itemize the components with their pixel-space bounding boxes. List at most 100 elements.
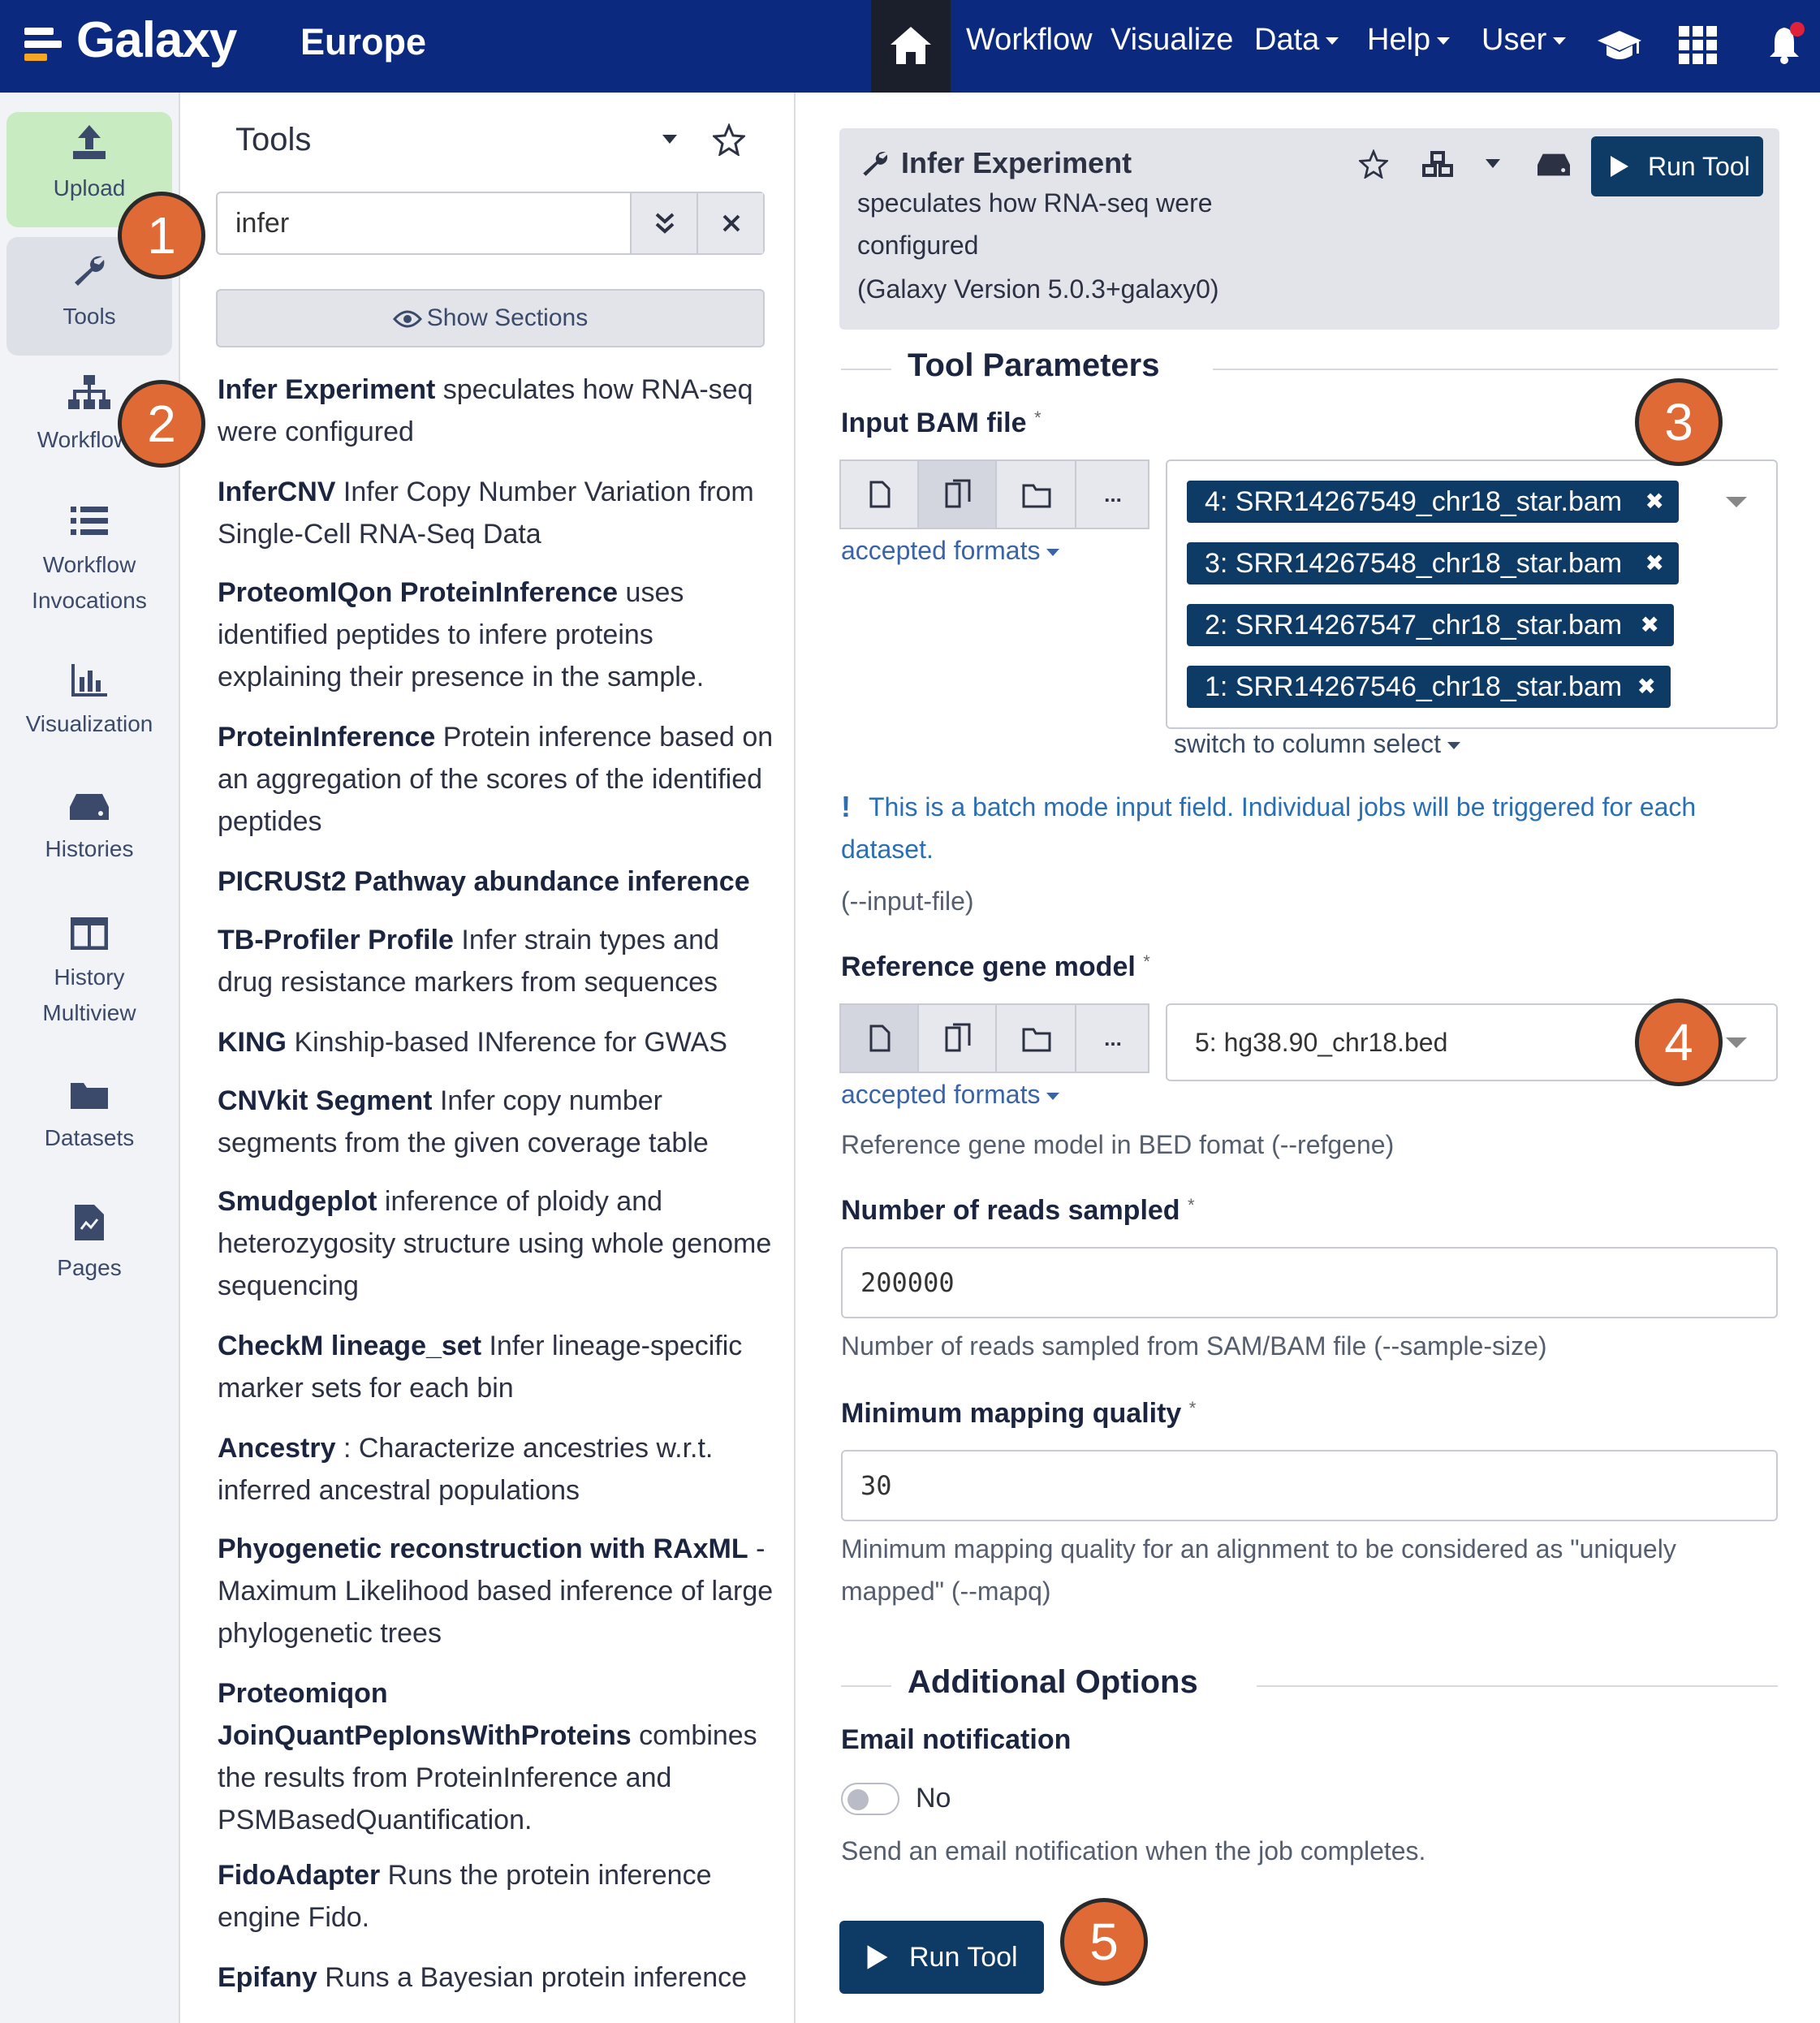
tool-result[interactable]: Infer Experiment speculates how RNA-seq … bbox=[218, 369, 778, 453]
tag-label: 1: SRR14267546_chr18_star.bam bbox=[1205, 671, 1623, 702]
tool-options-dropdown-icon[interactable] bbox=[1486, 159, 1500, 168]
accepted-formats-link[interactable]: accepted formats bbox=[841, 1080, 1060, 1110]
multiple-datasets-button[interactable] bbox=[919, 461, 997, 528]
chevron-down-icon bbox=[1447, 742, 1461, 750]
tool-result[interactable]: CNVkit Segment Infer copy number segment… bbox=[218, 1080, 778, 1164]
angle-double-down-icon bbox=[655, 213, 675, 234]
nav-help[interactable]: Help bbox=[1367, 23, 1451, 58]
step-marker: 3 bbox=[1635, 378, 1723, 466]
switch-column-select-label: switch to column select bbox=[1174, 729, 1442, 758]
star-icon[interactable] bbox=[713, 123, 745, 156]
nav-visualize[interactable]: Visualize bbox=[1111, 23, 1233, 58]
bell-icon[interactable] bbox=[1766, 21, 1807, 67]
tool-result[interactable]: ProteinInference Protein inference based… bbox=[218, 716, 778, 843]
play-icon bbox=[867, 1945, 888, 1969]
tool-result[interactable]: PICRUSt2 Pathway abundance inference bbox=[218, 861, 778, 903]
step-marker: 2 bbox=[118, 380, 205, 468]
collection-button[interactable] bbox=[997, 461, 1076, 528]
tool-name: ProteinInference bbox=[218, 722, 436, 753]
tag-label: 3: SRR14267548_chr18_star.bam bbox=[1205, 548, 1623, 579]
hdd-icon[interactable] bbox=[1538, 153, 1570, 177]
param-help-line1: Minimum mapping quality for an alignment… bbox=[841, 1534, 1676, 1564]
mapq-input[interactable]: 30 bbox=[841, 1450, 1778, 1521]
tool-result[interactable]: ProteomIQon ProteinInference uses identi… bbox=[218, 572, 778, 698]
single-dataset-button[interactable] bbox=[841, 1005, 919, 1072]
panel-view-dropdown-icon[interactable] bbox=[662, 135, 677, 144]
masthead: Galaxy Europe Workflow Visualize Data He… bbox=[0, 0, 1820, 93]
step-marker: 1 bbox=[118, 192, 205, 279]
input-mode-selector: ... bbox=[839, 459, 1149, 529]
param-label: Reference gene model bbox=[841, 951, 1136, 982]
email-toggle-value: No bbox=[916, 1783, 951, 1814]
accepted-formats-link[interactable]: accepted formats bbox=[841, 536, 1060, 566]
run-tool-top-button[interactable]: Run Tool bbox=[1591, 136, 1763, 196]
play-icon bbox=[1611, 156, 1628, 177]
chevron-down-icon[interactable] bbox=[1726, 1037, 1747, 1048]
tool-result[interactable]: Smudgeplot inference of ploidy and heter… bbox=[218, 1180, 778, 1307]
tool-result[interactable]: Phyogenetic reconstruction with RAxML - … bbox=[218, 1528, 778, 1654]
switch-column-select-link[interactable]: switch to column select bbox=[1174, 729, 1461, 759]
tool-result[interactable]: Epifany Runs a Bayesian protein inferenc… bbox=[218, 1956, 778, 1999]
home-button[interactable] bbox=[871, 0, 951, 93]
multiple-datasets-button[interactable] bbox=[919, 1005, 997, 1072]
more-options-button[interactable]: ... bbox=[1076, 461, 1149, 528]
remove-tag-icon[interactable]: ✖ bbox=[1641, 604, 1659, 646]
nav-data[interactable]: Data bbox=[1254, 23, 1339, 58]
remove-tag-icon[interactable]: ✖ bbox=[1637, 666, 1656, 708]
activity-visualization[interactable]: Visualization bbox=[6, 664, 172, 753]
tool-result[interactable]: Ancestry : Characterize ancestries w.r.t… bbox=[218, 1427, 778, 1512]
wrench-icon bbox=[75, 256, 105, 286]
selected-dataset-tag: 1: SRR14267546_chr18_star.bam ✖ bbox=[1187, 666, 1671, 708]
reads-sampled-input[interactable]: 200000 bbox=[841, 1247, 1778, 1318]
show-sections-button[interactable]: Show Sections bbox=[216, 289, 765, 347]
tool-name: KING bbox=[218, 1027, 287, 1058]
tool-result[interactable]: InferCNV Infer Copy Number Variation fro… bbox=[218, 471, 778, 555]
tool-result[interactable]: TB-Profiler Profile Infer strain types a… bbox=[218, 919, 778, 1003]
brand-name[interactable]: Galaxy bbox=[76, 11, 237, 69]
activity-workflow-invocations[interactable]: Workflow Invocations bbox=[6, 505, 172, 627]
nav-user-label: User bbox=[1481, 23, 1547, 57]
activity-history-multiview[interactable]: History Multiview bbox=[6, 917, 172, 1039]
chevron-down-icon[interactable] bbox=[1726, 497, 1747, 507]
clear-search-button[interactable] bbox=[697, 193, 763, 253]
advanced-search-button[interactable] bbox=[630, 193, 697, 253]
single-dataset-button[interactable] bbox=[841, 461, 919, 528]
tool-result[interactable]: Proteomiqon JoinQuantPepIonsWithProteins… bbox=[218, 1672, 778, 1841]
param-label: Number of reads sampled bbox=[841, 1195, 1180, 1226]
file-icon bbox=[75, 1205, 104, 1240]
tag-label: 2: SRR14267547_chr18_star.bam bbox=[1205, 610, 1623, 641]
activity-histories[interactable]: Histories bbox=[6, 792, 172, 882]
activity-datasets[interactable]: Datasets bbox=[6, 1080, 172, 1169]
selected-dataset-tag: 3: SRR14267548_chr18_star.bam ✖ bbox=[1187, 542, 1679, 584]
collection-button[interactable] bbox=[997, 1005, 1076, 1072]
more-options-button[interactable]: ... bbox=[1076, 1005, 1149, 1072]
remove-tag-icon[interactable]: ✖ bbox=[1645, 542, 1664, 584]
activity-pages[interactable]: Pages bbox=[6, 1205, 172, 1294]
email-toggle[interactable] bbox=[841, 1783, 899, 1815]
nav-workflow[interactable]: Workflow bbox=[966, 23, 1093, 58]
graduation-cap-icon[interactable] bbox=[1596, 28, 1643, 63]
tool-search-input[interactable]: infer bbox=[218, 193, 630, 253]
tool-result[interactable]: FidoAdapter Runs the protein inference e… bbox=[218, 1854, 778, 1939]
batch-mode-note: ! This is a batch mode input field. Indiv… bbox=[841, 786, 1778, 870]
batch-mode-text: This is a batch mode input field. Indivi… bbox=[841, 792, 1697, 864]
param-help: Number of reads sampled from SAM/BAM fil… bbox=[841, 1331, 1547, 1361]
cubes-icon[interactable] bbox=[1422, 151, 1455, 179]
activity-tools-label: Tools bbox=[63, 304, 116, 329]
tool-result[interactable]: CheckM lineage_set Infer lineage-specifi… bbox=[218, 1325, 778, 1409]
grid-icon[interactable] bbox=[1679, 26, 1718, 65]
tag-label: 4: SRR14267549_chr18_star.bam bbox=[1205, 486, 1623, 517]
run-tool-button[interactable]: Run Tool bbox=[839, 1921, 1044, 1994]
galaxy-logo-icon[interactable] bbox=[24, 24, 65, 65]
tool-name: Infer Experiment bbox=[218, 374, 436, 405]
activity-pages-label: Pages bbox=[57, 1255, 122, 1280]
favorite-star-icon[interactable] bbox=[1359, 149, 1388, 179]
tool-result[interactable]: KING Kinship-based INference for GWAS bbox=[218, 1021, 778, 1063]
remove-tag-icon[interactable]: ✖ bbox=[1645, 481, 1664, 523]
tool-panel-title: Tools bbox=[235, 122, 312, 157]
step-marker: 5 bbox=[1060, 1898, 1148, 1986]
toggle-knob bbox=[847, 1789, 869, 1810]
nav-user[interactable]: User bbox=[1481, 23, 1567, 58]
step-marker: 4 bbox=[1635, 999, 1723, 1086]
refgene-value: 5: hg38.90_chr18.bed bbox=[1195, 1028, 1448, 1057]
